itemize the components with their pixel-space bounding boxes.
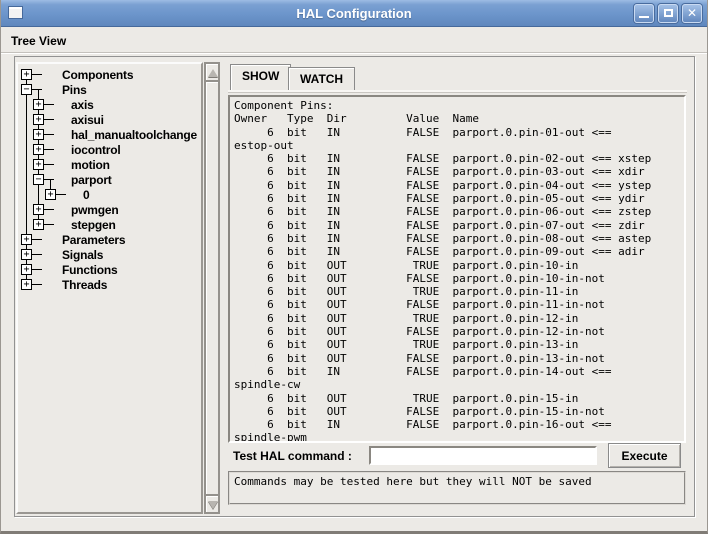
maximize-button[interactable] [658,4,678,23]
expander-plus-icon[interactable]: + [33,129,44,140]
tree-item-axis[interactable]: + axis [18,97,201,112]
expander-minus-icon[interactable]: − [33,174,44,185]
scroll-up-icon [208,69,218,77]
maximize-icon [664,9,673,17]
tree-connector [32,239,42,240]
scroll-down-icon [208,501,218,509]
menubar: Tree View [1,28,707,54]
scroll-down-button[interactable] [205,495,219,513]
tree-item-label: 0 [83,188,90,202]
close-button[interactable]: ✕ [682,4,702,23]
tree-connector [44,209,54,210]
minimize-button[interactable] [634,4,654,23]
expander-plus-icon[interactable]: + [33,219,44,230]
close-icon: ✕ [686,6,698,20]
expander-plus-icon[interactable]: + [33,159,44,170]
expander-plus-icon[interactable]: + [21,279,32,290]
hal-configuration-window: HAL Configuration ✕ Tree View + Componen… [0,0,708,534]
tree-connector [32,284,42,285]
tree-connector [44,104,54,105]
expander-plus-icon[interactable]: + [21,249,32,260]
tree-item-parport-0[interactable]: + 0 [18,187,201,202]
titlebar[interactable]: HAL Configuration ✕ [1,0,707,27]
expander-plus-icon[interactable]: + [33,204,44,215]
tree-connector [56,194,66,195]
tree-item-axisui[interactable]: + axisui [18,112,201,127]
expander-plus-icon[interactable]: + [21,69,32,80]
tab-watch[interactable]: WATCH [288,67,356,90]
tree-view-panel: + Components − Pins + axis + axisui + ha… [16,62,203,514]
tab-show[interactable]: SHOW [230,64,292,90]
tree-connector [32,74,42,75]
tree-connector [32,269,42,270]
tree-item-label: Threads [62,278,108,292]
tree-connector [44,119,54,120]
tree-item-label: Parameters [62,233,126,247]
menu-tree-view[interactable]: Tree View [1,34,76,48]
tree-item-label: Functions [62,263,118,277]
tree-item-label: parport [71,173,112,187]
tree-item-label: motion [71,158,110,172]
tree-connector [44,149,54,150]
notebook-edge [228,90,687,92]
message-panel: Commands may be tested here but they wil… [228,471,686,505]
main-frame: + Components − Pins + axis + axisui + ha… [14,56,695,517]
expander-minus-icon[interactable]: − [21,84,32,95]
tree-item-label: Pins [62,83,87,97]
execute-button[interactable]: Execute [608,443,681,468]
tree-item-label: axis [71,98,94,112]
test-hal-command-label: Test HAL command : [233,449,352,463]
tree-item-signals[interactable]: + Signals [18,247,201,262]
tree-item-iocontrol[interactable]: + iocontrol [18,142,201,157]
tree-item-label: stepgen [71,218,116,232]
app-window-icon [8,6,23,19]
message-text: Commands may be tested here but they wil… [234,475,592,488]
hal-command-input[interactable] [369,446,597,465]
tree-item-motion[interactable]: + motion [18,157,201,172]
tree-connector [32,254,42,255]
show-output-panel[interactable]: Component Pins: Owner Type Dir Value Nam… [228,95,686,443]
tree-connector [44,164,54,165]
expander-plus-icon[interactable]: + [21,234,32,245]
tree-connector [44,134,54,135]
expander-plus-icon[interactable]: + [21,264,32,275]
tree-item-parport[interactable]: − parport [18,172,201,187]
scrollbar-thumb[interactable] [205,81,219,495]
tree-scrollbar[interactable] [204,62,220,514]
tree-item-label: hal_manualtoolchange [71,128,198,142]
expander-plus-icon[interactable]: + [33,99,44,110]
tree-connector [32,89,42,90]
tree-item-components[interactable]: + Components [18,67,201,82]
tree-item-pins[interactable]: − Pins [18,82,201,97]
tree-connector [44,224,54,225]
scroll-up-button[interactable] [205,63,219,81]
expander-plus-icon[interactable]: + [45,189,56,200]
window-title: HAL Configuration [296,5,412,21]
tree-connector [44,179,54,180]
tree-item-label: axisui [71,113,104,127]
expander-plus-icon[interactable]: + [33,144,44,155]
minimize-icon [639,16,649,18]
tree-item-functions[interactable]: + Functions [18,262,201,277]
tree-item-label: iocontrol [71,143,121,157]
tree-item-label: Signals [62,248,104,262]
tree-item-label: Components [62,68,134,82]
tree-item-parameters[interactable]: + Parameters [18,232,201,247]
show-output-text: Component Pins: Owner Type Dir Value Nam… [234,99,652,443]
tree-item-hal-manualtoolchange[interactable]: + hal_manualtoolchange [18,127,201,142]
tree-item-stepgen[interactable]: + stepgen [18,217,201,232]
tree-item-label: pwmgen [71,203,119,217]
expander-plus-icon[interactable]: + [33,114,44,125]
tree-item-threads[interactable]: + Threads [18,277,201,292]
tree-item-pwmgen[interactable]: + pwmgen [18,202,201,217]
